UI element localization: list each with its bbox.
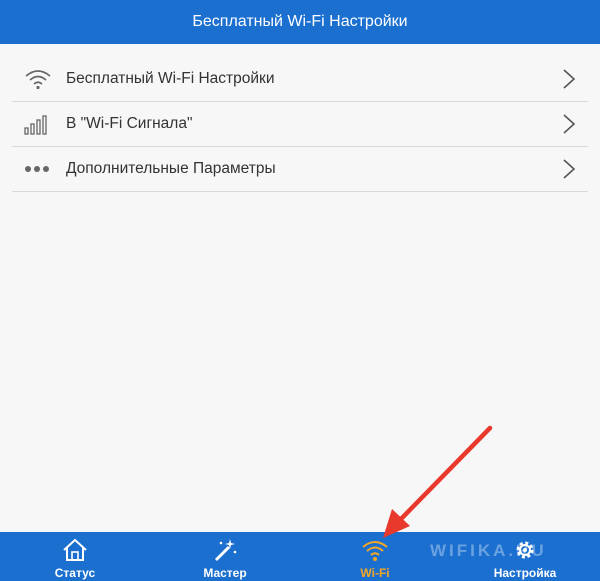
tab-wifi[interactable]: Wi-Fi	[300, 532, 450, 581]
tab-label: Настройка	[493, 566, 557, 580]
list-item-label: В "Wi-Fi Сигнала"	[66, 115, 193, 132]
list-item-label: Бесплатный Wi-Fi Настройки	[66, 70, 275, 87]
chevron-right-icon	[562, 159, 576, 179]
list-item-wifi-settings[interactable]: Бесплатный Wi-Fi Настройки	[12, 57, 588, 102]
wifi-icon	[361, 537, 389, 563]
tab-label: Wi-Fi	[360, 566, 390, 580]
app-header: Бесплатный Wi-Fi Настройки	[0, 0, 600, 44]
tab-wizard[interactable]: Мастер	[150, 532, 300, 581]
page-title: Бесплатный Wi-Fi Настройки	[192, 13, 408, 30]
magic-wand-icon	[211, 537, 239, 563]
more-dots-icon	[24, 157, 56, 181]
signal-bars-icon	[24, 112, 56, 136]
list-item-advanced-params[interactable]: Дополнительные Параметры	[12, 147, 588, 192]
wifi-icon	[24, 67, 56, 91]
tab-label: Мастер	[203, 566, 247, 580]
chevron-right-icon	[562, 114, 576, 134]
chevron-right-icon	[562, 69, 576, 89]
settings-list: Бесплатный Wi-Fi Настройки В "Wi-Fi Сигн…	[12, 57, 588, 192]
tab-status[interactable]: Статус	[0, 532, 150, 581]
list-item-wifi-signal[interactable]: В "Wi-Fi Сигнала"	[12, 102, 588, 147]
watermark: WIFIKA.RU	[430, 541, 547, 560]
home-icon	[61, 537, 89, 563]
tab-label: Статус	[54, 566, 96, 580]
list-item-label: Дополнительные Параметры	[66, 160, 276, 177]
